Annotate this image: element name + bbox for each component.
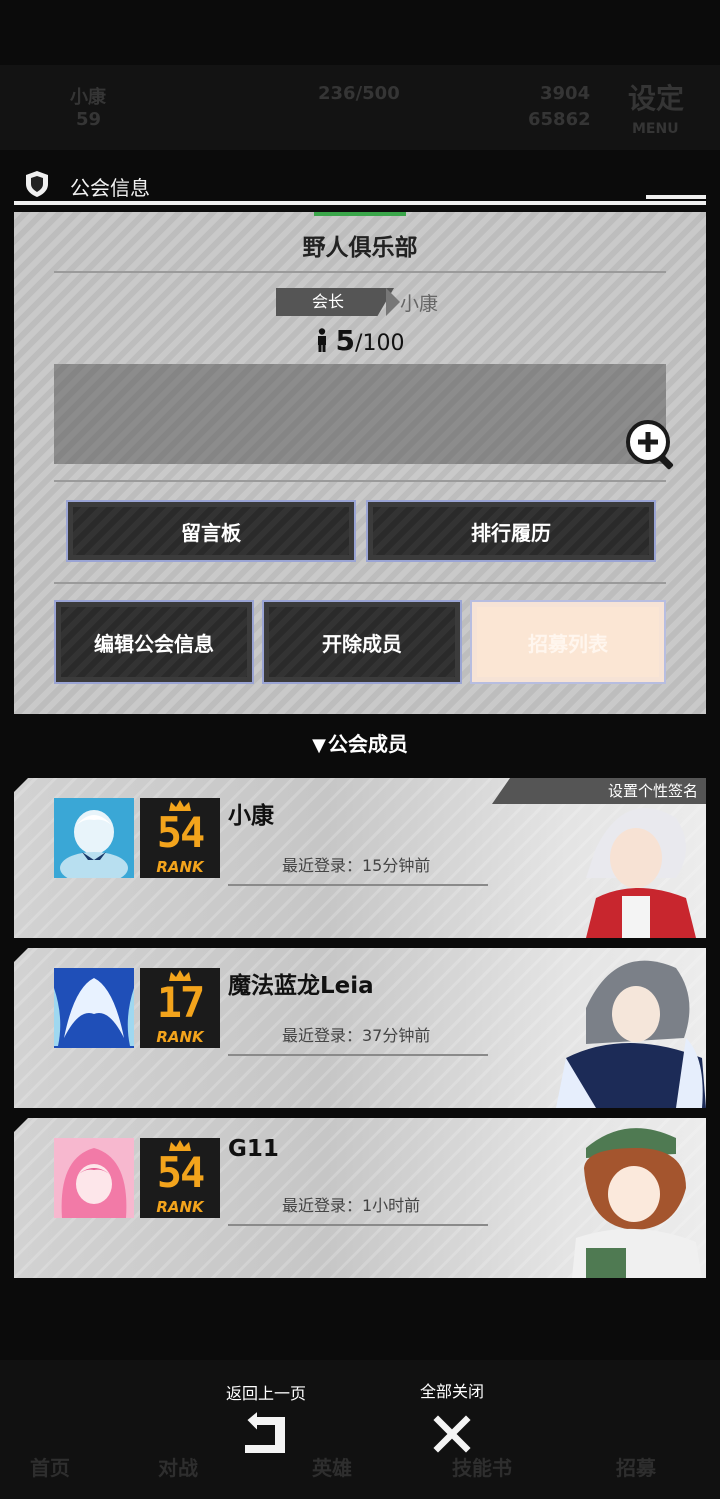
guild-members-heading[interactable]: ▼ 公会成员 <box>0 728 720 757</box>
bg-player-name: 小康 <box>70 87 106 108</box>
rank-label: RANK <box>156 1198 204 1216</box>
bg-player-level: 59 <box>76 109 102 130</box>
leader-name: 小康 <box>400 293 439 315</box>
member-card[interactable]: 54 RANK 小康 最近登录：15分钟前 设置个性签名 <box>14 778 706 938</box>
edit-guild-info-label: 编辑公会信息 <box>61 607 247 677</box>
member-count-max: /100 <box>355 331 405 356</box>
bg-settings-label: 设定 <box>628 82 685 115</box>
divider <box>54 582 666 584</box>
bg-tab-home: 首页 <box>30 1456 70 1480</box>
guild-info-panel: 野人俱乐部 会长 小康 5/100 留言板 排行履历 编辑公会信息 开除成员 招… <box>14 212 706 714</box>
rank-level: 17 <box>156 978 206 1027</box>
member-portrait <box>556 960 706 1108</box>
bg-menu-label: MENU <box>632 121 679 137</box>
close-icon <box>430 1412 474 1456</box>
divider <box>228 1224 488 1226</box>
edit-guild-info-button[interactable]: 编辑公会信息 <box>54 600 254 684</box>
zoom-in-icon[interactable] <box>624 418 680 474</box>
member-card[interactable]: 54 RANK G11 最近登录：1小时前 <box>14 1118 706 1278</box>
member-name: 小康 <box>228 803 274 829</box>
set-signature-button[interactable]: 设置个性签名 <box>492 778 706 804</box>
recruit-list-button[interactable]: 招募列表 <box>470 600 666 684</box>
bg-tab-recruit: 招募 <box>616 1456 656 1480</box>
divider <box>228 884 488 886</box>
member-avatar[interactable] <box>54 798 134 878</box>
header-divider <box>14 195 706 205</box>
member-name: G11 <box>228 1136 279 1162</box>
bg-stamina: 236/500 <box>318 83 400 104</box>
member-avatar[interactable] <box>54 1138 134 1218</box>
close-all-button[interactable]: 全部关闭 <box>392 1378 512 1460</box>
background-status-bar: 小康 59 236/500 3904 65862 设定 MENU <box>0 65 720 150</box>
bg-currency-b: 65862 <box>528 109 591 130</box>
ranking-history-label: 排行履历 <box>373 507 649 555</box>
member-card[interactable]: 17 RANK 魔法蓝龙Leia 最近登录：37分钟前 <box>14 948 706 1108</box>
last-login: 最近登录：1小时前 <box>282 1196 421 1215</box>
last-login: 最近登录：15分钟前 <box>282 856 431 875</box>
member-portrait <box>572 1128 702 1278</box>
divider <box>54 480 666 482</box>
member-count-current: 5 <box>335 324 356 357</box>
guild-name: 野人俱乐部 <box>302 235 418 261</box>
guild-members-label: 公会成员 <box>327 732 408 756</box>
bg-currency-a: 3904 <box>540 83 591 104</box>
guild-info-header: 公会信息 <box>14 165 706 205</box>
page-title: 公会信息 <box>70 176 150 200</box>
leader-tag: 会长 <box>276 288 394 316</box>
member-name: 魔法蓝龙Leia <box>228 973 374 999</box>
panel-accent-tab <box>314 212 406 216</box>
shield-icon <box>26 171 48 197</box>
back-label: 返回上一页 <box>225 1384 306 1403</box>
rank-level: 54 <box>156 1148 206 1197</box>
member-count: 5/100 <box>14 324 706 357</box>
back-button[interactable]: 返回上一页 <box>206 1380 326 1460</box>
rank-badge: 54 RANK <box>140 1138 220 1218</box>
last-login: 最近登录：37分钟前 <box>282 1026 431 1045</box>
rank-badge: 17 RANK <box>140 968 220 1048</box>
member-avatar[interactable] <box>54 968 134 1048</box>
message-board-label: 留言板 <box>73 507 349 555</box>
remove-member-label: 开除成员 <box>269 607 455 677</box>
divider <box>54 271 666 273</box>
recruit-list-label: 招募列表 <box>477 607 659 677</box>
ranking-history-button[interactable]: 排行履历 <box>366 500 656 562</box>
divider <box>228 1054 488 1056</box>
leader-tag-arrow <box>386 288 400 316</box>
remove-member-button[interactable]: 开除成员 <box>262 600 462 684</box>
message-board-button[interactable]: 留言板 <box>66 500 356 562</box>
rank-level: 54 <box>156 808 206 857</box>
close-all-label: 全部关闭 <box>419 1382 484 1401</box>
rank-label: RANK <box>156 1028 204 1046</box>
person-icon <box>317 328 326 352</box>
rank-badge: 54 RANK <box>140 798 220 878</box>
collapse-triangle-icon: ▼ <box>312 735 326 756</box>
background-bottom-tabs: 首页 对战 英雄 技能书 招募 <box>0 1360 720 1499</box>
rank-label: RANK <box>156 858 204 876</box>
return-arrow-icon <box>243 1410 287 1455</box>
bg-tab-battle: 对战 <box>158 1456 198 1480</box>
guild-description-box <box>54 364 666 464</box>
